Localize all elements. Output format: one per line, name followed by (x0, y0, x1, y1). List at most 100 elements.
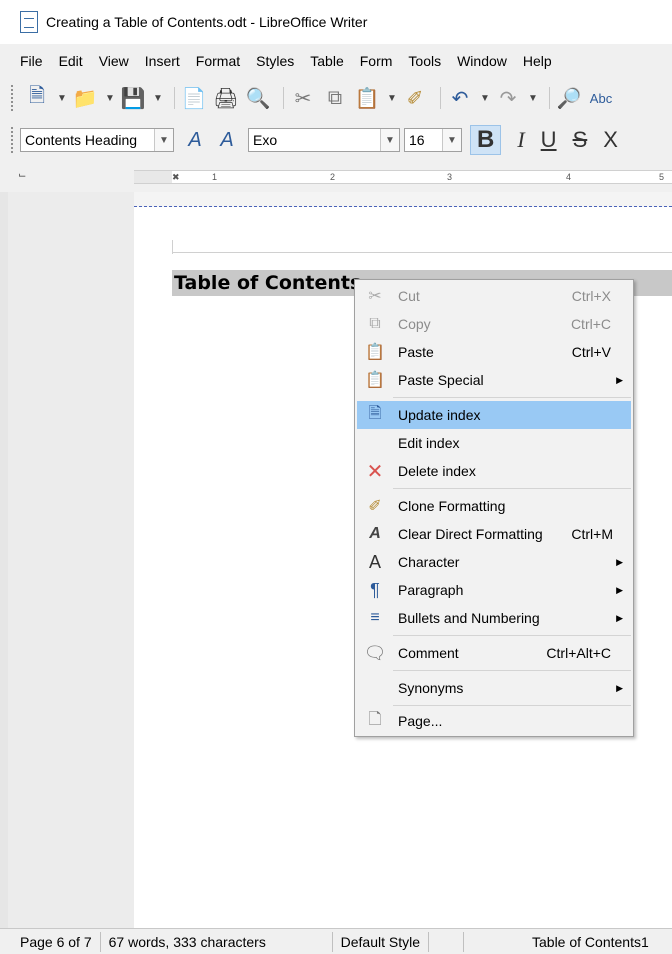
menu-item-label: Delete index (398, 463, 476, 479)
toolbar-grip[interactable] (10, 126, 14, 154)
chevron-down-icon[interactable]: ▼ (442, 129, 461, 151)
spelling-icon[interactable]: Abc (588, 85, 614, 111)
open-folder-icon[interactable]: 📁 (72, 85, 98, 111)
title-bar: Creating a Table of Contents.odt - Libre… (0, 0, 672, 44)
menu-item-cut[interactable]: ✂ Cut Ctrl+X (357, 282, 631, 310)
menu-item-copy[interactable]: ⧉ Copy Ctrl+C (357, 310, 631, 338)
delete-icon: ✕ (366, 460, 384, 483)
menu-insert[interactable]: Insert (144, 53, 181, 69)
find-replace-icon[interactable]: 🔎 (556, 85, 582, 111)
new-style-icon[interactable]: A (214, 127, 240, 153)
menu-separator (393, 488, 631, 489)
menu-tools[interactable]: Tools (407, 53, 442, 69)
undo-icon[interactable]: ↶ (447, 85, 473, 111)
menu-item-shortcut: Ctrl+X (571, 288, 611, 304)
tab-stop-selector-icon[interactable]: ⌙ (18, 170, 26, 181)
page-count[interactable]: Page 6 of 7 (0, 931, 101, 952)
strikethrough-button[interactable]: S (573, 127, 588, 153)
update-index-icon: 🗎 (368, 404, 382, 422)
font-name-value: Exo (253, 132, 278, 148)
menu-item-shortcut: Ctrl+V (571, 344, 611, 360)
new-dropdown-icon[interactable]: ▼ (56, 85, 68, 111)
menu-item-paragraph[interactable]: ¶ Paragraph ▶ (357, 576, 631, 604)
menu-item-paste[interactable]: 📋 Paste Ctrl+V (357, 338, 631, 366)
paste-dropdown-icon[interactable]: ▼ (386, 85, 398, 111)
text-boundary (172, 252, 672, 253)
menu-edit[interactable]: Edit (58, 53, 84, 69)
language-status[interactable] (429, 931, 464, 952)
submenu-arrow-icon: ▶ (616, 374, 623, 385)
left-edge-pane (0, 192, 8, 928)
menu-item-label: Synonyms (398, 680, 464, 696)
menu-separator (393, 397, 631, 398)
print-icon[interactable]: 🖨 (213, 85, 239, 111)
font-size-combo[interactable]: 16 ▼ (404, 128, 462, 152)
undo-dropdown-icon[interactable]: ▼ (479, 85, 491, 111)
print-preview-icon[interactable]: 🔍 (245, 85, 271, 111)
font-name-combo[interactable]: Exo ▼ (248, 128, 400, 152)
copy-icon: ⧉ (369, 315, 381, 332)
menu-table[interactable]: Table (309, 53, 344, 69)
underline-button[interactable]: U (541, 127, 557, 153)
ruler-tick-label: 5 (659, 172, 665, 182)
export-pdf-icon[interactable]: 📄 (181, 85, 207, 111)
clear-formatting-button[interactable]: X (603, 127, 618, 153)
comment-icon: 🗨 (363, 642, 387, 663)
save-dropdown-icon[interactable]: ▼ (152, 85, 164, 111)
menu-window[interactable]: Window (456, 53, 508, 69)
bold-button[interactable]: B (470, 125, 502, 155)
menu-bar: File Edit View Insert Format Styles Tabl… (0, 44, 672, 78)
toolbar-separator (549, 87, 550, 109)
page-icon: 🗋 (368, 710, 382, 728)
formatting-toolbar: Contents Heading ▼ A A Exo ▼ 16 ▼ B I U … (0, 118, 672, 162)
copy-icon[interactable]: ⧉ (322, 85, 348, 111)
menu-item-label: Character (398, 554, 460, 570)
menu-item-paste-special[interactable]: 📋 Paste Special ▶ (357, 366, 631, 394)
menu-item-label: Comment (398, 645, 459, 661)
open-dropdown-icon[interactable]: ▼ (104, 85, 116, 111)
update-style-icon[interactable]: A (182, 127, 208, 153)
menu-item-edit-index[interactable]: Edit index (357, 429, 631, 457)
ruler-tick-label: 3 (447, 172, 453, 182)
indent-marker-icon[interactable]: ✖ (172, 171, 180, 183)
new-document-icon[interactable]: 🗎 (24, 85, 50, 111)
italic-button[interactable]: I (517, 127, 524, 153)
menu-item-synonyms[interactable]: Synonyms ▶ (357, 674, 631, 702)
paragraph-style-combo[interactable]: Contents Heading ▼ (20, 128, 174, 152)
menu-help[interactable]: Help (522, 53, 553, 69)
menu-item-clone-formatting[interactable]: ✐ Clone Formatting (357, 492, 631, 520)
menu-format[interactable]: Format (195, 53, 241, 69)
menu-item-page[interactable]: 🗋 Page... (357, 707, 631, 735)
paste-icon[interactable]: 📋 (354, 85, 380, 111)
menu-item-comment[interactable]: 🗨 Comment Ctrl+Alt+C (357, 639, 631, 667)
horizontal-ruler[interactable]: ✖ 1 2 3 4 5 (134, 170, 672, 184)
menu-item-delete-index[interactable]: ✕ Delete index (357, 457, 631, 485)
bullets-icon: ≡ (370, 609, 380, 626)
menu-item-character[interactable]: A Character ▶ (357, 548, 631, 576)
clone-formatting-icon[interactable]: ✐ (402, 85, 428, 111)
menu-item-label: Paste Special (398, 372, 484, 388)
word-count[interactable]: 67 words, 333 characters (101, 931, 333, 952)
menu-item-label: Clone Formatting (398, 498, 506, 514)
font-size-value: 16 (409, 132, 425, 148)
menu-separator (393, 670, 631, 671)
redo-icon[interactable]: ↷ (495, 85, 521, 111)
paragraph-style-value: Contents Heading (25, 132, 138, 148)
chevron-down-icon[interactable]: ▼ (380, 129, 399, 151)
redo-dropdown-icon[interactable]: ▼ (527, 85, 539, 111)
save-icon[interactable]: 💾 (120, 85, 146, 111)
toolbar-grip[interactable] (10, 84, 14, 112)
paste-special-icon: 📋 (365, 372, 385, 389)
chevron-down-icon[interactable]: ▼ (154, 129, 173, 151)
menu-styles[interactable]: Styles (255, 53, 295, 69)
menu-item-label: Copy (398, 316, 431, 332)
page-style[interactable]: Default Style (333, 931, 429, 952)
paste-icon: 📋 (365, 344, 385, 361)
menu-item-clear-direct-formatting[interactable]: A Clear Direct Formatting Ctrl+M (357, 520, 631, 548)
menu-item-bullets-numbering[interactable]: ≡ Bullets and Numbering ▶ (357, 604, 631, 632)
menu-view[interactable]: View (98, 53, 130, 69)
menu-item-update-index[interactable]: 🗎 Update index (357, 401, 631, 429)
menu-file[interactable]: File (19, 53, 44, 69)
menu-form[interactable]: Form (359, 53, 394, 69)
cut-icon[interactable]: ✂ (290, 85, 316, 111)
